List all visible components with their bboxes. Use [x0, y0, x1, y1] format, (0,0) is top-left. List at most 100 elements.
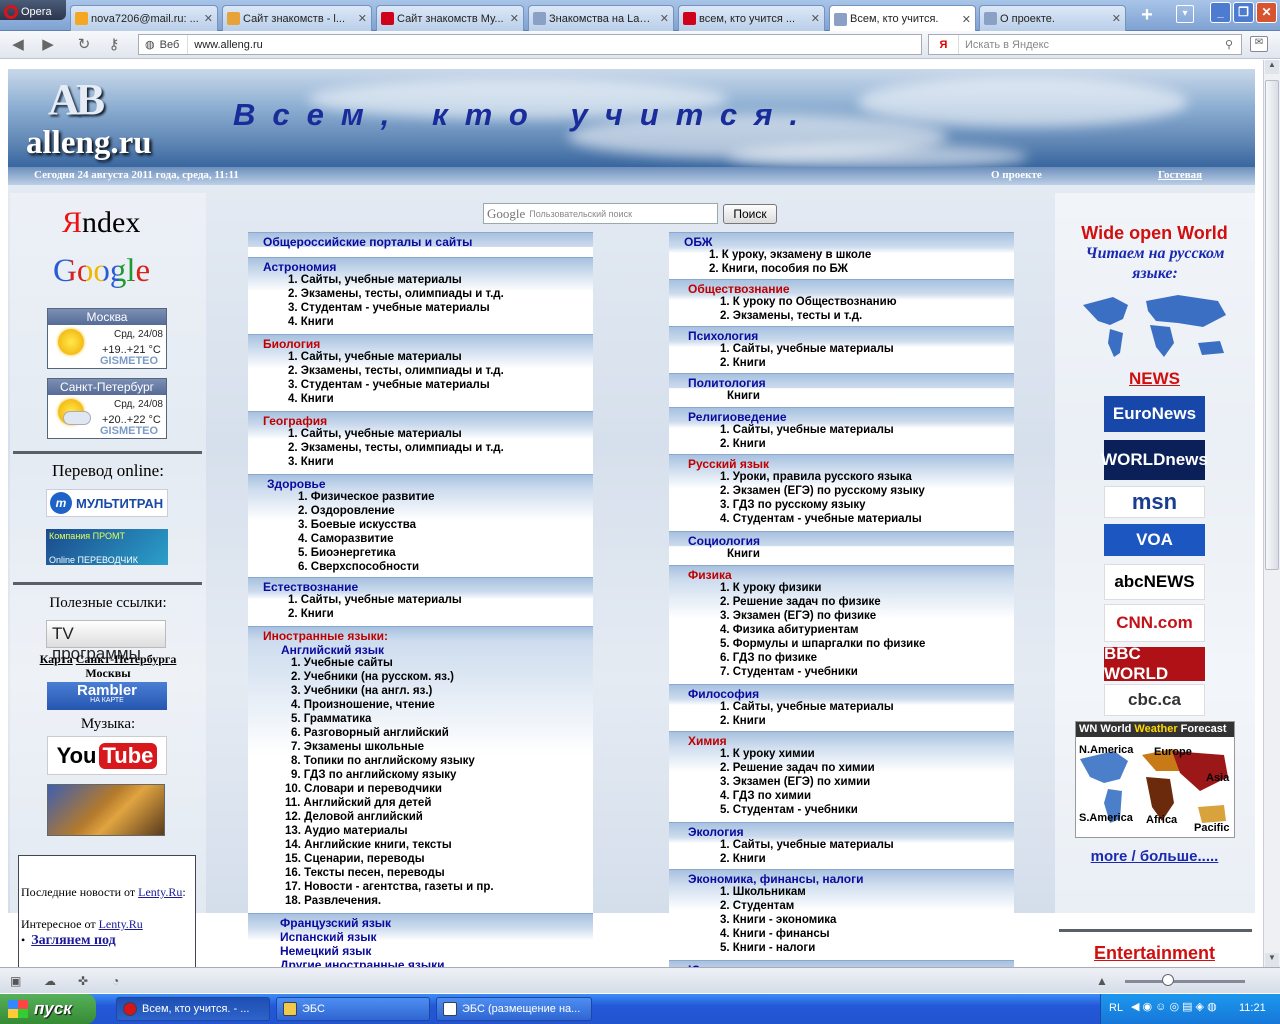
zoom-slider[interactable]: [1125, 980, 1245, 983]
browser-tab[interactable]: Сайт знакомств - l... ✕: [222, 5, 372, 31]
category-heading[interactable]: ОБЖ: [684, 235, 713, 249]
category-heading[interactable]: География: [263, 414, 327, 428]
rambler-map-link[interactable]: Rambler НА КАРТЕ: [47, 682, 167, 710]
scroll-down-arrow[interactable]: ▼: [1265, 953, 1279, 967]
close-tab-icon[interactable]: ✕: [355, 12, 367, 25]
category-link[interactable]: 3. Экзамен (ЕГЭ) по химии: [720, 776, 870, 788]
browser-tab[interactable]: Сайт знакомств Му... ✕: [376, 5, 524, 31]
world-map-image[interactable]: [1078, 287, 1233, 365]
back-icon[interactable]: ◀: [8, 36, 28, 54]
category-link[interactable]: 6. Разговорный английский: [291, 727, 449, 739]
google-custom-search-input[interactable]: Google Пользовательский поиск: [483, 203, 718, 224]
vertical-scrollbar[interactable]: ▲ ▼: [1263, 60, 1280, 967]
category-link[interactable]: 2. Книги: [720, 438, 766, 450]
close-tab-icon[interactable]: ✕: [1109, 12, 1121, 25]
category-link[interactable]: 1. Сайты, учебные материалы: [288, 428, 462, 440]
category-link[interactable]: 3. Студентам - учебные материалы: [288, 302, 490, 314]
taskbar-window[interactable]: ЭБС: [276, 997, 430, 1021]
category-heading[interactable]: Религиоведение: [688, 410, 787, 424]
weather-forecast-map[interactable]: WN World Weather Forecast N.America Europ…: [1075, 721, 1235, 838]
news-logo-link[interactable]: VOA: [1104, 524, 1205, 556]
category-link[interactable]: 1. Сайты, учебные материалы: [288, 594, 462, 606]
close-button[interactable]: ✕: [1256, 2, 1277, 23]
news-heading[interactable]: NEWS: [1058, 369, 1251, 389]
category-link[interactable]: 1. Сайты, учебные материалы: [720, 424, 894, 436]
category-heading[interactable]: Физика: [688, 568, 732, 582]
category-link[interactable]: 16. Тексты песен, переводы: [285, 867, 445, 879]
taskbar-window[interactable]: Всем, кто учится. - ...: [116, 997, 270, 1021]
share-icon[interactable]: ✜: [78, 974, 88, 988]
language-link[interactable]: Немецкий язык: [280, 944, 371, 958]
category-link[interactable]: 2. Книги: [720, 357, 766, 369]
category-link[interactable]: 1. К уроку физики: [720, 582, 821, 594]
zoom-slider-handle[interactable]: [1162, 974, 1174, 986]
news-logo-link[interactable]: EuroNews: [1104, 396, 1205, 432]
start-button[interactable]: пуск: [0, 994, 96, 1024]
category-link[interactable]: 1. Сайты, учебные материалы: [288, 274, 462, 286]
category-link[interactable]: 5. Студентам - учебники: [720, 804, 858, 816]
category-heading[interactable]: Обществознание: [688, 282, 790, 296]
category-link[interactable]: 13. Аудио материалы: [285, 825, 408, 837]
category-link[interactable]: 2. Экзамен (ЕГЭ) по русскому языку: [720, 485, 925, 497]
category-link[interactable]: 4. Физика абитуриентам: [720, 624, 859, 636]
weather-widget[interactable]: Москва Срд, 24/08 +19..+21 °C GISMETEO: [47, 308, 167, 369]
language-indicator[interactable]: RL: [1109, 1002, 1123, 1014]
category-link[interactable]: 5. Формулы и шпаргалки по физике: [720, 638, 925, 650]
category-link[interactable]: Книги: [727, 548, 760, 560]
close-tab-icon[interactable]: ✕: [657, 12, 669, 25]
category-heading[interactable]: Химия: [688, 734, 727, 748]
lenta-link-2[interactable]: Lenty.Ru: [99, 917, 143, 931]
browser-tab[interactable]: Всем, кто учится. ✕: [829, 5, 976, 32]
close-tab-icon[interactable]: ✕: [201, 12, 213, 25]
about-link[interactable]: О проекте: [991, 169, 1042, 181]
youtube-link[interactable]: You Tube: [47, 736, 167, 775]
category-link[interactable]: 6. Сверхспособности: [298, 561, 419, 573]
category-link[interactable]: 1. Школьникам: [720, 886, 806, 898]
category-heading[interactable]: Здоровье: [267, 477, 326, 491]
category-heading[interactable]: Иностранные языки:: [263, 629, 388, 643]
category-link[interactable]: Книги: [727, 390, 760, 402]
close-tab-icon[interactable]: ✕: [507, 12, 519, 25]
category-heading[interactable]: Психология: [688, 329, 758, 343]
category-link[interactable]: 14. Английские книги, тексты: [285, 839, 452, 851]
category-link[interactable]: 12. Деловой английский: [285, 811, 423, 823]
key-icon[interactable]: ⚷: [104, 36, 124, 54]
spb-map-link[interactable]: Санкт-Петербурга: [76, 652, 177, 666]
category-link[interactable]: 7. Экзамены школьные: [291, 741, 424, 753]
panel-toggle-icon[interactable]: ▣: [10, 974, 21, 988]
category-link[interactable]: 9. ГДЗ по английскому языку: [291, 769, 456, 781]
zoom-up-icon[interactable]: ▲: [1096, 974, 1108, 988]
lenta-link[interactable]: Lenty.Ru: [138, 885, 182, 899]
category-link[interactable]: 1. Сайты, учебные материалы: [720, 839, 894, 851]
category-link[interactable]: 7. Студентам - учебники: [720, 666, 858, 678]
speed-icon[interactable]: ◔: [112, 974, 119, 988]
cartoon-image[interactable]: [47, 784, 165, 836]
tray-icons[interactable]: ◀ ◉ ☺ ◎ ▤ ◈ ◍: [1131, 1000, 1217, 1013]
more-link[interactable]: more / больше.....: [1058, 848, 1251, 865]
category-heading[interactable]: Русский язык: [688, 457, 769, 471]
address-field[interactable]: ◍ Веб www.alleng.ru: [138, 34, 922, 55]
category-link[interactable]: 3. ГДЗ по русскому языку: [720, 499, 866, 511]
category-link[interactable]: 2. Оздоровление: [298, 505, 395, 517]
category-heading[interactable]: Биология: [263, 337, 320, 351]
category-link[interactable]: 11. Английский для детей: [285, 797, 431, 809]
category-link[interactable]: 5. Биоэнергетика: [298, 547, 396, 559]
category-link[interactable]: 1. Уроки, правила русского языка: [720, 471, 912, 483]
multitran-link[interactable]: m МУЛЬТИТРАН: [46, 489, 168, 517]
google-logo[interactable]: Google: [53, 253, 150, 290]
search-icon[interactable]: ⚲: [1217, 38, 1241, 51]
news-logo-link[interactable]: WORLDnews: [1101, 440, 1208, 480]
news-logo-link[interactable]: cbc.ca: [1104, 684, 1205, 716]
subcategory-heading[interactable]: Английский язык: [281, 643, 384, 657]
category-heading[interactable]: Философия: [688, 687, 759, 701]
mail-icon[interactable]: ✉: [1250, 36, 1268, 52]
tv-program-link[interactable]: TV программы: [46, 620, 166, 663]
news-logo-link[interactable]: abcNEWS: [1104, 564, 1205, 600]
category-link[interactable]: 3. Книги: [288, 456, 334, 468]
category-heading[interactable]: Экономика, финансы, налоги: [688, 872, 863, 886]
category-link[interactable]: 4. ГДЗ по химии: [720, 790, 811, 802]
category-link[interactable]: 2. Учебники (на русском. яз.): [291, 671, 454, 683]
category-link[interactable]: 4. Книги - финансы: [720, 928, 830, 940]
category-link[interactable]: 1. Сайты, учебные материалы: [720, 701, 894, 713]
category-link[interactable]: 4. Книги: [288, 316, 334, 328]
